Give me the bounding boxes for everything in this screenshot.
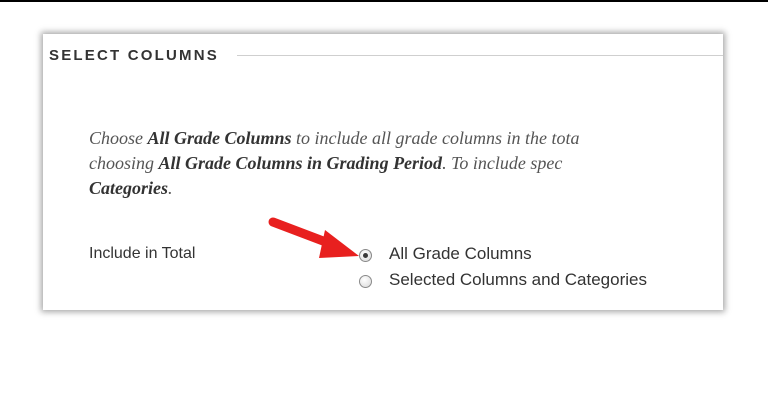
radio-button-all-grade-columns[interactable]: [359, 249, 372, 262]
section-title: SELECT COLUMNS: [49, 46, 219, 64]
section-header: SELECT COLUMNS: [49, 44, 723, 66]
radio-label-all-grade-columns[interactable]: All Grade Columns: [389, 244, 532, 264]
arrow-shaft: [268, 217, 336, 249]
instructions-emphasis-categories: Categories: [89, 178, 168, 198]
radio-label-selected-columns-and-categories[interactable]: Selected Columns and Categories: [389, 270, 647, 290]
instructions-line-1: Choose All Grade Columns to include all …: [89, 126, 723, 151]
instructions-text-segment: Choose: [89, 128, 148, 148]
instructions-text-segment: to include all grade columns in the tota: [291, 128, 580, 148]
select-columns-panel: SELECT COLUMNS Choose All Grade Columns …: [43, 34, 723, 310]
instructions-emphasis-all-grade-columns: All Grade Columns: [147, 128, 292, 148]
instructions-text-segment: . To include spec: [442, 153, 563, 173]
instructions-line-2: choosing All Grade Columns in Grading Pe…: [89, 151, 723, 176]
radio-button-selected-columns-and-categories[interactable]: [359, 275, 372, 288]
instructions-line-3: Categories.: [89, 176, 723, 201]
instructions-text: Choose All Grade Columns to include all …: [89, 126, 723, 201]
instructions-emphasis-grading-period: All Grade Columns in Grading Period: [158, 153, 443, 173]
radio-option-selected-columns-and-categories[interactable]: Selected Columns and Categories: [359, 270, 647, 290]
red-arrow-annotation: [268, 217, 359, 258]
include-in-total-label: Include in Total: [89, 245, 196, 262]
header-divider: [236, 54, 723, 56]
instructions-text-segment: .: [168, 178, 173, 198]
top-border-line: [0, 0, 768, 6]
radio-option-all-grade-columns[interactable]: All Grade Columns: [359, 244, 532, 264]
arrow-head: [319, 230, 359, 258]
instructions-text-segment: choosing: [89, 153, 159, 173]
